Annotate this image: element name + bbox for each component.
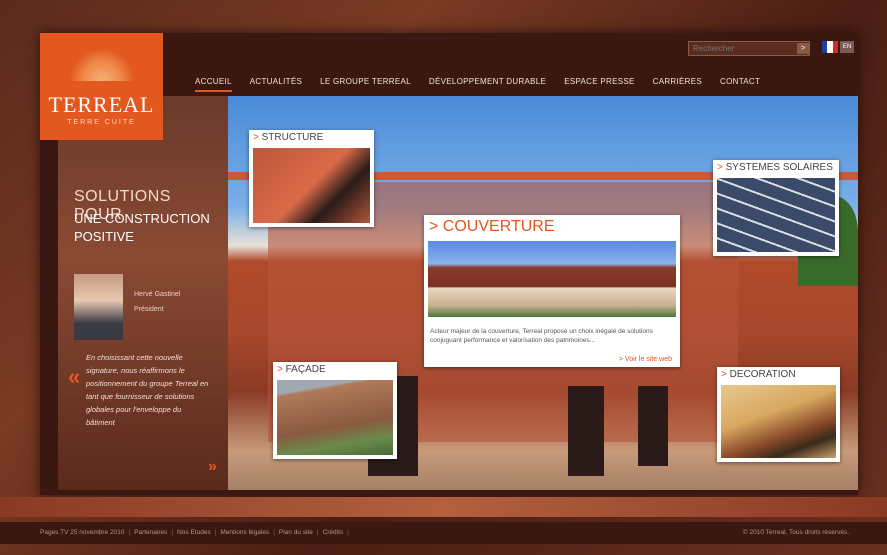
- card-facade-title: FAÇADE: [285, 364, 326, 375]
- card-structure[interactable]: > STRUCTURE: [249, 130, 374, 227]
- card-systemes-solaires[interactable]: > SYSTEMES SOLAIRES: [713, 160, 839, 256]
- nav-contact[interactable]: CONTACT: [720, 77, 760, 92]
- nav-developpement[interactable]: DÉVELOPPEMENT DURABLE: [429, 77, 546, 92]
- nav-presse[interactable]: ESPACE PRESSE: [564, 77, 634, 92]
- card-arrow: >: [717, 162, 723, 173]
- nav-actualites[interactable]: ACTUALITÉS: [250, 77, 302, 92]
- card-couverture-title: COUVERTURE: [442, 218, 555, 235]
- footer-link[interactable]: Crédits: [323, 529, 344, 536]
- president-quote: En choisissant cette nouvelle signature,…: [86, 353, 209, 427]
- footer-link[interactable]: Mentions légales: [220, 529, 269, 536]
- hero-door: [568, 386, 604, 476]
- search-button[interactable]: >: [797, 43, 809, 54]
- logo[interactable]: TERREAL TERRE CUITE: [40, 33, 163, 140]
- card-decoration-image: [721, 385, 836, 458]
- card-arrow: >: [721, 369, 727, 380]
- language-switcher: EN: [822, 41, 856, 54]
- footer-link[interactable]: Partenaires: [134, 529, 167, 536]
- card-structure-image: [253, 148, 370, 223]
- card-arrow: >: [277, 364, 283, 375]
- card-couverture-image: [428, 241, 676, 317]
- search-input[interactable]: [689, 44, 797, 53]
- quote-close-icon: »: [208, 458, 217, 475]
- card-arrow: >: [253, 132, 259, 143]
- logo-brand: TERREAL: [48, 92, 155, 117]
- card-decoration-title: DECORATION: [729, 369, 796, 380]
- headline-line2: UNE CONSTRUCTION POSITIVE: [74, 211, 210, 244]
- footer-link[interactable]: Plan du site: [279, 529, 313, 536]
- main-nav: ACCUEIL ACTUALITÉS LE GROUPE TERREAL DÉV…: [195, 77, 760, 92]
- card-arrow: >: [429, 218, 439, 235]
- president-role: Président: [134, 306, 164, 313]
- left-panel: SOLUTIONS POUR UNE CONSTRUCTION POSITIVE…: [58, 96, 228, 490]
- search-box: >: [688, 41, 810, 56]
- footer-link[interactable]: Nos Etudes: [177, 529, 211, 536]
- nav-carrieres[interactable]: CARRIÈRES: [653, 77, 702, 92]
- card-facade-image: [277, 380, 393, 455]
- card-couverture[interactable]: > COUVERTURE Acteur majeur de la couvert…: [424, 215, 680, 367]
- footer-link[interactable]: Pages TV 25 novembre 2010: [40, 529, 124, 536]
- french-flag-icon[interactable]: [822, 41, 838, 53]
- president-name: Hervé Gastinel: [134, 291, 181, 298]
- nav-groupe[interactable]: LE GROUPE TERREAL: [320, 77, 411, 92]
- card-couverture-link[interactable]: > Voir le site web: [619, 356, 672, 363]
- logo-subtitle: TERRE CUITE: [67, 119, 136, 126]
- copyright: © 2010 Terreal. Tous droits réservés.: [742, 529, 849, 536]
- footer-band: [0, 497, 887, 517]
- nav-accueil[interactable]: ACCUEIL: [195, 77, 232, 92]
- footer-links: Pages TV 25 novembre 2010 | Partenaires | …: [40, 529, 349, 536]
- card-solaires-image: [717, 178, 835, 252]
- quote-open-icon: «: [68, 364, 81, 389]
- sun-icon: [69, 47, 134, 81]
- hero-door: [638, 386, 668, 466]
- president-photo: [74, 274, 123, 340]
- card-structure-title: STRUCTURE: [261, 132, 324, 143]
- card-solaires-title: SYSTEMES SOLAIRES: [725, 162, 833, 173]
- card-facade[interactable]: > FAÇADE: [273, 362, 397, 459]
- card-couverture-description: Acteur majeur de la couverture, Terreal …: [430, 328, 653, 344]
- card-decoration[interactable]: > DECORATION: [717, 367, 840, 462]
- english-button[interactable]: EN: [840, 41, 854, 53]
